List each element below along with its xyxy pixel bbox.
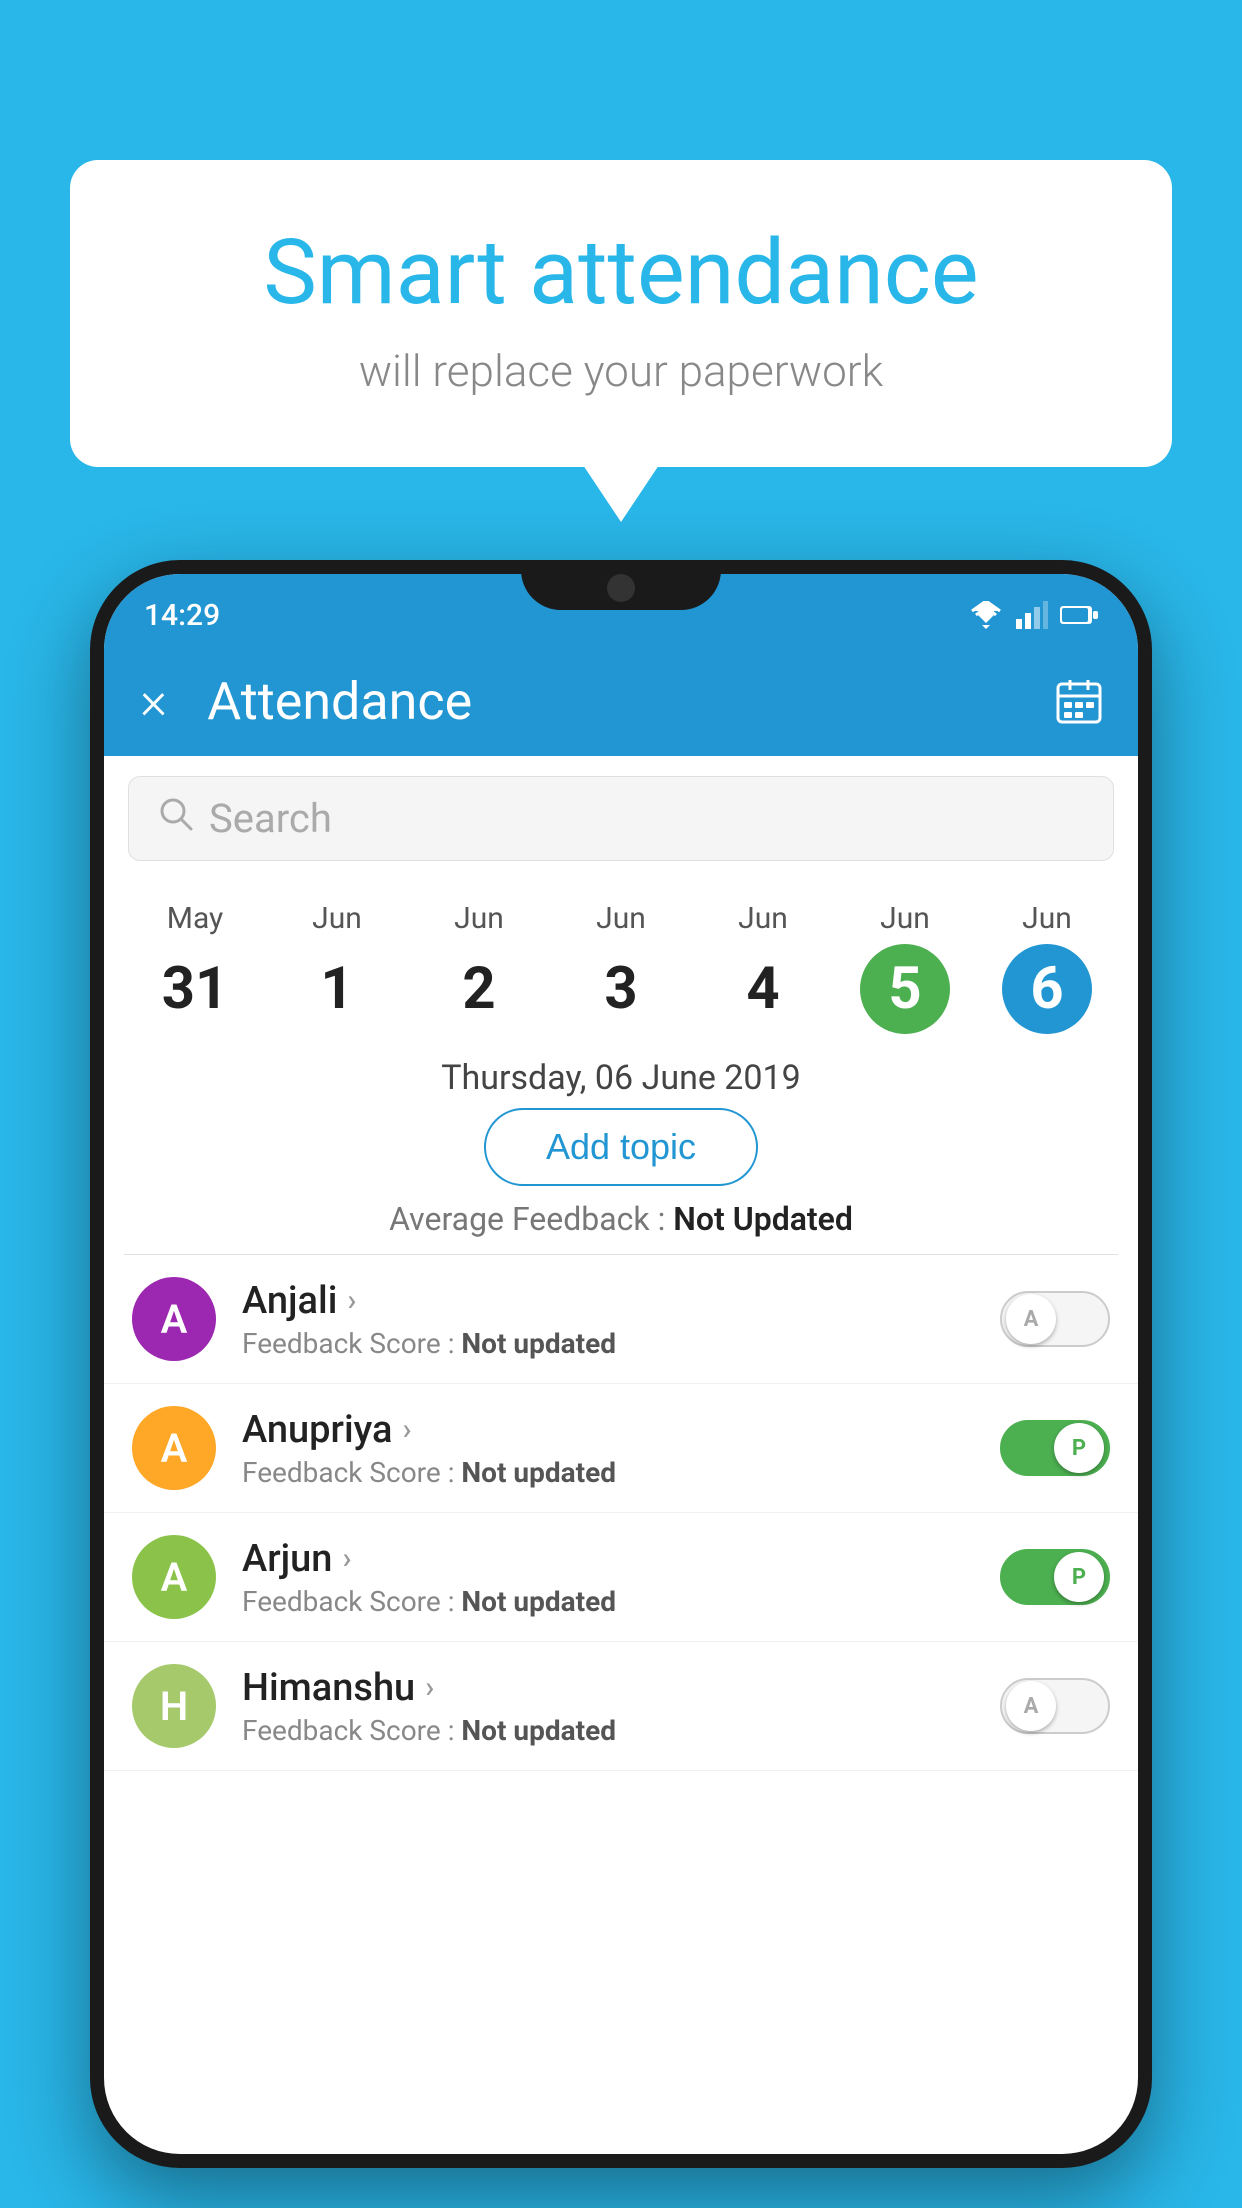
student-feedback: Feedback Score : Not updated: [242, 1585, 1000, 1618]
phone-frame: 14:29: [90, 560, 1152, 2168]
student-avatar: A: [132, 1406, 216, 1490]
student-name[interactable]: Arjun ›: [242, 1537, 1000, 1581]
student-avatar: H: [132, 1664, 216, 1748]
calendar-day[interactable]: Jun 3: [576, 901, 666, 1034]
calendar-strip: May 31 Jun 1 Jun 2 Jun 3 Jun 4 Jun 5 Jun 6: [104, 881, 1138, 1044]
chevron-icon: ›: [425, 1670, 434, 1705]
close-button[interactable]: ×: [140, 675, 167, 727]
status-time: 14:29: [144, 598, 220, 633]
battery-icon: [1060, 604, 1098, 626]
student-item[interactable]: A Arjun › Feedback Score : Not updatedP: [104, 1513, 1138, 1642]
cal-month-label: Jun: [454, 901, 504, 936]
cal-date-number[interactable]: 3: [576, 944, 666, 1034]
add-topic-button[interactable]: Add topic: [484, 1108, 758, 1186]
cal-month-label: Jun: [738, 901, 788, 936]
student-feedback: Feedback Score : Not updated: [242, 1456, 1000, 1489]
student-info: Anjali › Feedback Score : Not updated: [242, 1279, 1000, 1360]
student-item[interactable]: AAnjali ›Feedback Score : Not updatedA: [104, 1255, 1138, 1384]
student-item[interactable]: A Anupriya › Feedback Score : Not updatedP: [104, 1384, 1138, 1513]
selected-date-label: Thursday, 06 June 2019: [104, 1058, 1138, 1098]
speech-bubble: Smart attendance will replace your paper…: [70, 160, 1172, 467]
phone-screen: 14:29: [104, 574, 1138, 2154]
student-name[interactable]: Anupriya ›: [242, 1408, 1000, 1452]
calendar-day[interactable]: Jun 2: [434, 901, 524, 1034]
student-info: Himanshu › Feedback Score : Not updated: [242, 1666, 1000, 1747]
calendar-day[interactable]: Jun 6: [1002, 901, 1092, 1034]
calendar-day[interactable]: May 31: [150, 901, 240, 1034]
phone-camera: [607, 574, 635, 602]
cal-month-label: Jun: [880, 901, 930, 936]
cal-month-label: Jun: [596, 901, 646, 936]
speech-bubble-subtitle: will replace your paperwork: [150, 345, 1092, 397]
student-avatar: A: [132, 1535, 216, 1619]
avg-feedback: Average Feedback : Not Updated: [104, 1200, 1138, 1238]
student-name[interactable]: Anjali ›: [242, 1279, 1000, 1323]
status-icons: [968, 601, 1098, 629]
speech-bubble-container: Smart attendance will replace your paper…: [70, 160, 1172, 467]
attendance-toggle[interactable]: A: [1000, 1291, 1110, 1347]
cal-date-number[interactable]: 2: [434, 944, 524, 1034]
student-feedback: Feedback Score : Not updated: [242, 1327, 1000, 1360]
cal-date-number[interactable]: 1: [292, 944, 382, 1034]
attendance-toggle[interactable]: P: [1000, 1549, 1110, 1605]
search-input[interactable]: Search: [209, 795, 332, 842]
calendar-icon[interactable]: [1056, 678, 1102, 724]
speech-bubble-title: Smart attendance: [150, 220, 1092, 325]
search-bar[interactable]: Search: [128, 776, 1114, 861]
signal-icon: [1016, 601, 1048, 629]
chevron-icon: ›: [347, 1283, 356, 1318]
student-item[interactable]: H Himanshu › Feedback Score : Not updatedA: [104, 1642, 1138, 1771]
cal-date-number[interactable]: 6: [1002, 944, 1092, 1034]
attendance-toggle[interactable]: A: [1000, 1678, 1110, 1734]
app-bar-title: Attendance: [207, 671, 1056, 732]
cal-date-number[interactable]: 4: [718, 944, 808, 1034]
student-info: Arjun › Feedback Score : Not updated: [242, 1537, 1000, 1618]
cal-month-label: Jun: [312, 901, 362, 936]
calendar-day[interactable]: Jun 5: [860, 901, 950, 1034]
cal-month-label: Jun: [1022, 901, 1072, 936]
chevron-icon: ›: [402, 1412, 411, 1447]
chevron-icon: ›: [342, 1541, 351, 1576]
wifi-icon: [968, 601, 1004, 629]
calendar-day[interactable]: Jun 4: [718, 901, 808, 1034]
calendar-day[interactable]: Jun 1: [292, 901, 382, 1034]
app-bar: × Attendance: [104, 646, 1138, 756]
search-icon: [159, 797, 193, 840]
student-list: AAnjali ›Feedback Score : Not updatedAAA…: [104, 1255, 1138, 1771]
attendance-toggle[interactable]: P: [1000, 1420, 1110, 1476]
student-info: Anupriya › Feedback Score : Not updated: [242, 1408, 1000, 1489]
cal-month-label: May: [167, 901, 223, 936]
student-avatar: A: [132, 1277, 216, 1361]
cal-date-number[interactable]: 31: [150, 944, 240, 1034]
student-name[interactable]: Himanshu ›: [242, 1666, 1000, 1710]
cal-date-number[interactable]: 5: [860, 944, 950, 1034]
student-feedback: Feedback Score : Not updated: [242, 1714, 1000, 1747]
